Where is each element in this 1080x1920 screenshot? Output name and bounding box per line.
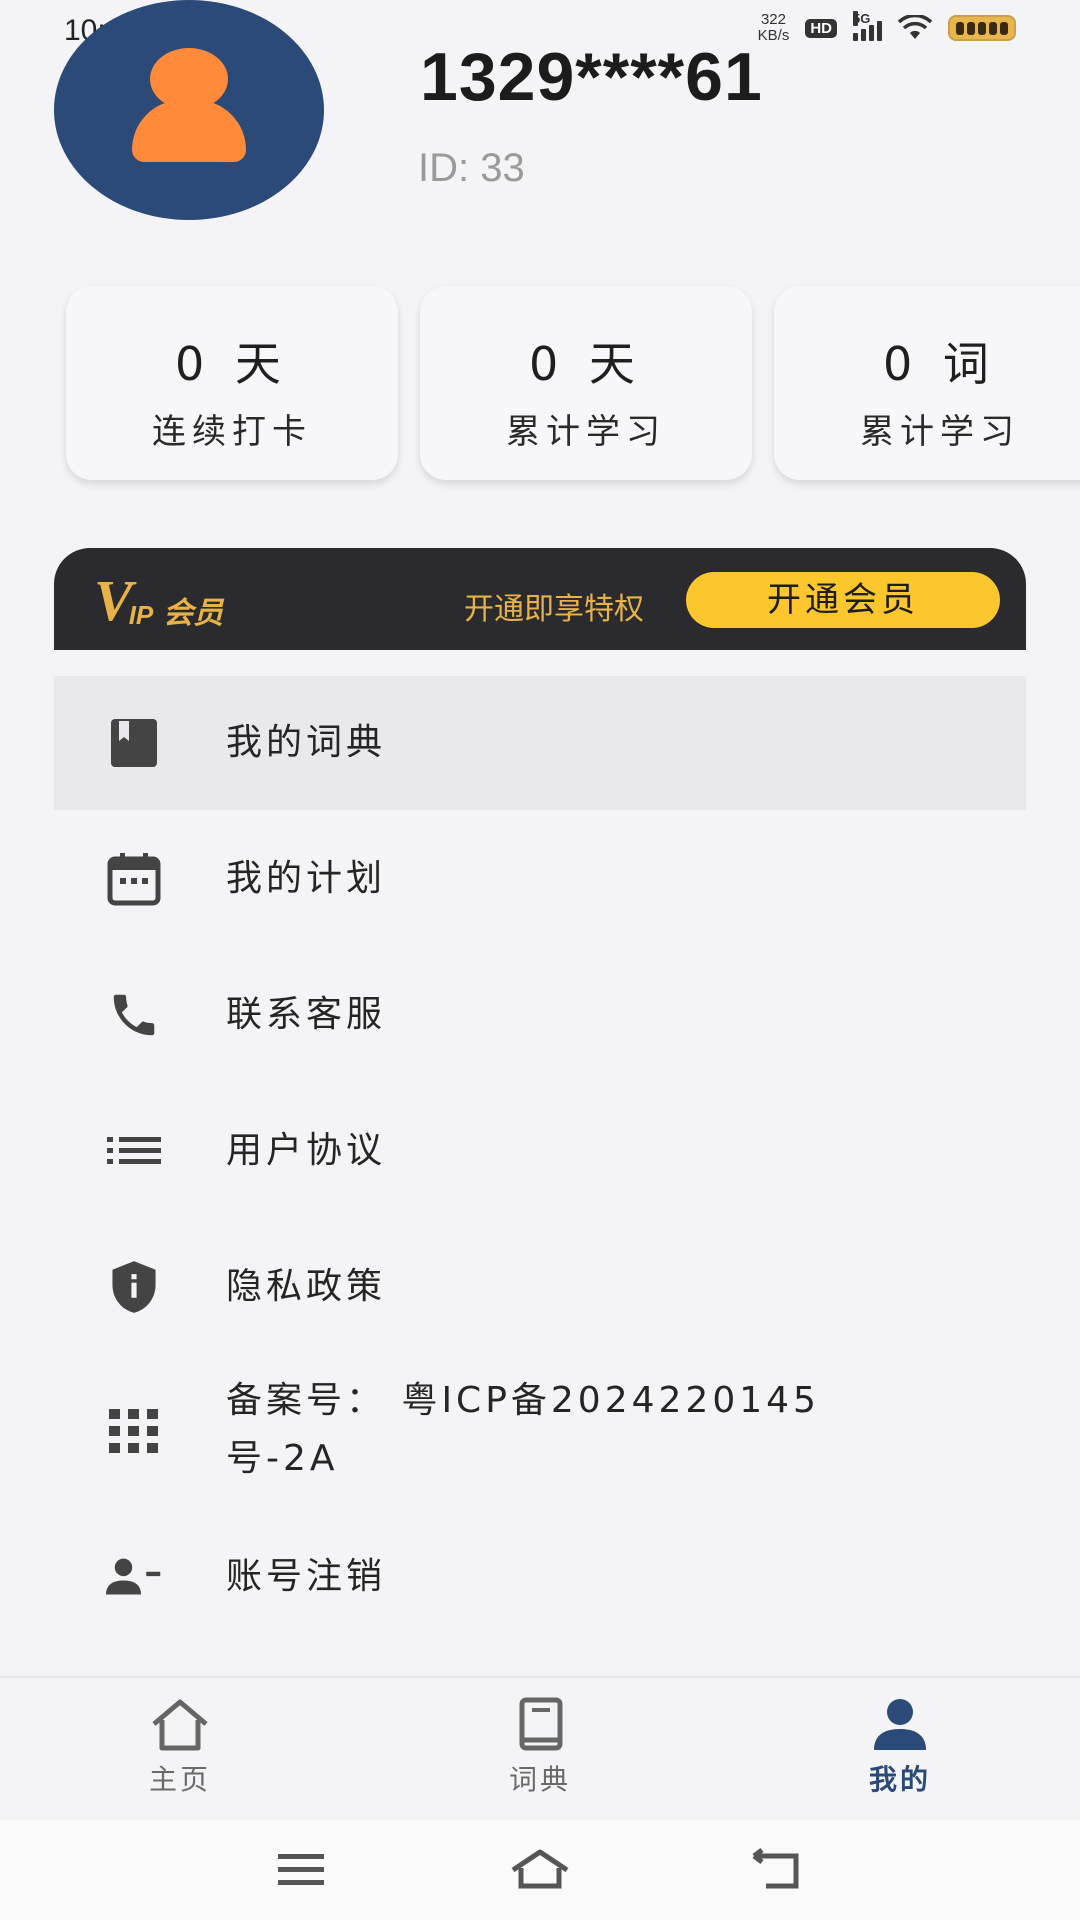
shield-info-icon <box>106 1259 162 1315</box>
tab-mine[interactable]: 我的 <box>810 1696 990 1806</box>
stat-label: 累计学习 <box>506 412 666 452</box>
vip-logo-ip: IP <box>128 600 154 630</box>
book-icon <box>519 1697 563 1751</box>
network-type-label: 5G <box>853 11 871 26</box>
open-vip-button[interactable]: 开通会员 <box>686 572 1000 628</box>
net-speed-value: 322 <box>760 11 786 28</box>
stat-value: 0 词 <box>883 337 997 391</box>
menu-item-customer-service[interactable]: 联系客服 <box>54 948 1026 1082</box>
person-avatar-icon[interactable] <box>54 0 324 220</box>
menu-item-my-plan[interactable]: 我的计划 <box>54 812 1026 946</box>
stat-card-study-days: 0 天 累计学习 <box>420 286 752 480</box>
grid-icon <box>106 1403 162 1459</box>
menu-label: 联系客服 <box>226 994 387 1035</box>
stat-card-checkin: 0 天 连续打卡 <box>66 286 398 480</box>
signal-icon: 5G <box>853 11 882 41</box>
menu-item-privacy-policy[interactable]: 隐私政策 <box>54 1220 1026 1354</box>
menu-label: 用户协议 <box>226 1130 387 1171</box>
calendar-icon <box>106 851 162 907</box>
menu-item-my-dictionary[interactable]: 我的词典 <box>54 676 1026 810</box>
menu-label: 账号注销 <box>226 1556 387 1597</box>
vip-logo-v: V <box>94 568 133 633</box>
vip-privilege-text: 开通即享特权 <box>464 592 644 627</box>
list-icon <box>106 1123 162 1179</box>
tab-label: 词典 <box>508 1763 571 1796</box>
menu-icon[interactable] <box>268 1846 338 1894</box>
home-icon <box>152 1699 208 1751</box>
battery-full-icon <box>948 15 1016 41</box>
menu-item-user-agreement[interactable]: 用户协议 <box>54 1084 1026 1218</box>
icp-line-2: 号-2A <box>226 1438 339 1479</box>
menu-label-icp: 备案号： 粤ICP备2024220145 号-2A <box>226 1372 820 1488</box>
menu-label: 我的词典 <box>226 722 387 763</box>
person-remove-icon <box>106 1549 162 1605</box>
wifi-icon <box>898 15 932 39</box>
stat-value: 0 天 <box>529 337 643 391</box>
menu-label: 我的计划 <box>226 858 387 899</box>
book-bookmark-icon <box>106 715 162 771</box>
phone-number: 1329****61 <box>420 39 763 115</box>
person-icon <box>874 1699 926 1750</box>
stat-label: 累计学习 <box>860 412 1020 452</box>
stat-value: 0 天 <box>175 337 289 391</box>
tab-dictionary[interactable]: 词典 <box>450 1696 630 1806</box>
menu-item-icp-record[interactable]: 备案号： 粤ICP备2024220145 号-2A <box>54 1356 1026 1506</box>
vip-banner[interactable]: V IP 会员 开通即享特权 开通会员 <box>54 548 1026 650</box>
vip-logo: V IP 会员 <box>94 568 224 633</box>
tab-label: 我的 <box>868 1763 931 1796</box>
tab-label: 主页 <box>148 1763 211 1796</box>
stat-label: 连续打卡 <box>152 412 312 452</box>
phone-icon <box>106 987 162 1043</box>
vip-logo-member: 会员 <box>163 596 224 631</box>
screen: 10:10 322 KB/s HD 5G 1329****61 <box>0 0 1080 1920</box>
bottom-nav: 主页 词典 我的 <box>0 1676 1080 1820</box>
home-outline-icon[interactable] <box>505 1846 575 1894</box>
user-id: ID: 33 <box>418 146 525 190</box>
tab-home[interactable]: 主页 <box>90 1696 270 1806</box>
hd-badge: HD <box>805 18 837 38</box>
status-icons: 322 KB/s HD 5G <box>758 11 1016 44</box>
back-icon[interactable] <box>742 1846 812 1894</box>
icp-line-1: 备案号： 粤ICP备2024220145 <box>226 1380 820 1421</box>
system-nav-bar <box>0 1820 1080 1920</box>
menu-label: 隐私政策 <box>226 1266 387 1307</box>
menu-item-delete-account[interactable]: 账号注销 <box>54 1510 1026 1644</box>
stat-card-study-words: 0 词 累计学习 <box>774 286 1080 480</box>
